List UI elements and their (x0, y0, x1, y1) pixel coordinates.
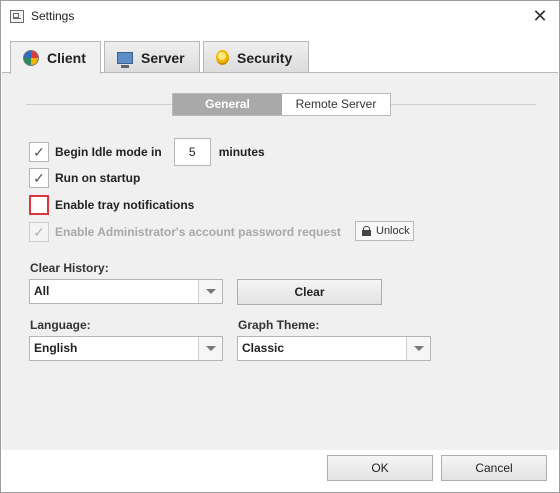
settings-app-icon (10, 10, 24, 23)
tab-strip: Client Server Security (1, 32, 559, 74)
close-icon: ✕ (532, 5, 548, 26)
idle-mode-checkbox[interactable]: ✓ (29, 142, 49, 162)
idle-unit-label: minutes (218, 145, 265, 159)
admin-password-checkbox[interactable]: ✓ (29, 222, 49, 242)
chevron-down-icon (198, 280, 222, 303)
client-icon (23, 50, 39, 66)
language-value: English (34, 341, 78, 355)
clear-history-select[interactable]: All (29, 279, 223, 304)
clear-history-value: All (34, 284, 50, 298)
settings-window: Settings ✕ Client Server Security Genera… (0, 0, 560, 493)
chevron-down-icon (406, 337, 430, 360)
chevron-down-icon (198, 337, 222, 360)
check-icon: ✓ (33, 223, 45, 240)
run-on-startup-checkbox[interactable]: ✓ (29, 168, 49, 188)
client-tab-panel: General Remote Server ✓ Begin Idle mode … (2, 72, 558, 450)
run-on-startup-label: Run on startup (55, 171, 141, 185)
tab-server[interactable]: Server (104, 41, 200, 73)
check-icon: ✓ (33, 143, 45, 160)
idle-minutes-input[interactable]: 5 (173, 138, 211, 166)
tab-client[interactable]: Client (10, 41, 101, 74)
cancel-button[interactable]: Cancel (441, 455, 547, 481)
run-on-startup-row: ✓ Run on startup (29, 168, 140, 188)
monitor-icon (117, 51, 133, 68)
language-select[interactable]: English (29, 336, 223, 361)
unlock-button[interactable]: Unlock (355, 221, 414, 241)
segment-control: General Remote Server (172, 93, 391, 116)
lock-icon (362, 226, 371, 236)
tray-notifications-checkbox[interactable] (29, 195, 49, 215)
graph-theme-select[interactable]: Classic (237, 336, 431, 361)
tab-security-label: Security (237, 49, 293, 66)
idle-mode-label: Begin Idle mode in (55, 145, 162, 159)
ok-button[interactable]: OK (327, 455, 433, 481)
tray-notifications-row: Enable tray notifications (29, 195, 194, 215)
idle-mode-row: ✓ Begin Idle mode in 5 minutes (29, 138, 265, 166)
unlock-label: Unlock (376, 225, 410, 237)
tab-server-label: Server (141, 49, 185, 66)
tab-client-label: Client (47, 50, 86, 66)
segment-remote-server[interactable]: Remote Server (282, 94, 390, 115)
clear-button[interactable]: Clear (237, 279, 382, 305)
window-title: Settings (31, 9, 75, 23)
language-label: Language: (30, 318, 91, 332)
segment-general[interactable]: General (173, 94, 282, 115)
shield-icon (216, 50, 229, 65)
graph-theme-label: Graph Theme: (238, 318, 320, 332)
tray-notifications-label: Enable tray notifications (55, 198, 195, 212)
admin-password-label: Enable Administrator's account password … (55, 225, 341, 239)
title-bar: Settings ✕ (1, 1, 559, 32)
clear-history-label: Clear History: (30, 261, 109, 275)
close-button[interactable]: ✕ (525, 3, 555, 29)
admin-password-row: ✓ Enable Administrator's account passwor… (29, 222, 341, 242)
tab-security[interactable]: Security (203, 41, 309, 73)
graph-theme-value: Classic (242, 341, 285, 355)
check-icon: ✓ (33, 169, 45, 186)
